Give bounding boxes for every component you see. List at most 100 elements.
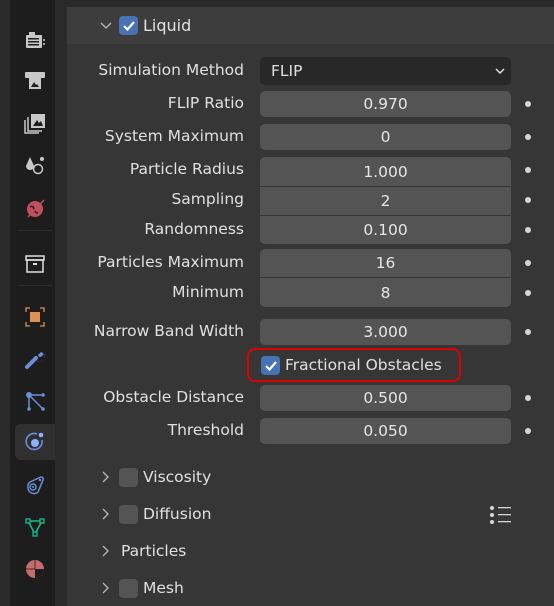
panel-title: Liquid: [143, 16, 192, 35]
flip-ratio-value: 0.970: [363, 95, 408, 113]
subpanel-particles[interactable]: Particles: [100, 538, 186, 564]
tab-physics[interactable]: [15, 424, 55, 460]
chevron-right-icon: [102, 545, 109, 557]
tab-material[interactable]: [15, 551, 55, 587]
chevron-right-icon: [102, 582, 109, 594]
render-properties-icon: [26, 32, 45, 48]
tab-data[interactable]: [15, 509, 55, 545]
chevron-down-icon[interactable]: [100, 20, 112, 32]
randomness-field[interactable]: 0.100: [260, 216, 511, 244]
sampling-value: 2: [380, 192, 391, 210]
view-layer-properties-icon: [24, 114, 45, 134]
obstacle-distance-field[interactable]: 0.500: [260, 385, 511, 411]
minimum-label: Minimum: [172, 283, 244, 301]
subpanel-viscosity[interactable]: Viscosity: [100, 464, 211, 490]
presets-list-icon[interactable]: [489, 505, 513, 525]
system-maximum-label: System Maximum: [104, 127, 244, 145]
fractional-obstacles-checkbox[interactable]: [261, 356, 280, 375]
obstacle-distance-value: 0.500: [363, 389, 408, 407]
simulation-method-label: Simulation Method: [98, 61, 244, 79]
liquid-enabled-checkbox[interactable]: [119, 16, 138, 35]
physics-properties-icon: [25, 432, 44, 451]
liquid-panel-header[interactable]: Liquid: [67, 7, 554, 44]
subpanel-label: Diffusion: [143, 505, 212, 523]
sampling-label: Sampling: [171, 190, 244, 208]
tab-scene[interactable]: [15, 147, 55, 183]
tab-separator: [18, 230, 52, 231]
threshold-field[interactable]: 0.050: [260, 418, 511, 444]
system-maximum-field[interactable]: 0: [260, 124, 511, 150]
sampling-field[interactable]: 2: [260, 187, 511, 215]
chevron-right-icon: [102, 471, 109, 483]
tab-constraints[interactable]: [15, 467, 55, 503]
keyframe-dot-icon[interactable]: [525, 227, 531, 233]
tab-world[interactable]: [15, 190, 55, 226]
particle-radius-field[interactable]: 1.000: [260, 157, 511, 186]
tab-modifiers[interactable]: [15, 341, 55, 377]
left-edge: [0, 0, 10, 606]
subpanel-label: Particles: [121, 542, 187, 560]
threshold-value: 0.050: [363, 422, 408, 440]
modifier-properties-icon: [25, 352, 45, 369]
tab-object[interactable]: [15, 299, 55, 335]
flip-ratio-label: FLIP Ratio: [167, 94, 244, 112]
system-maximum-value: 0: [380, 128, 391, 146]
subpanel-mesh[interactable]: Mesh: [100, 575, 184, 601]
particle-radius-label: Particle Radius: [129, 160, 244, 178]
properties-tab-bar: [10, 0, 55, 606]
subpanel-label: Viscosity: [143, 468, 212, 486]
scene-properties-icon: [26, 157, 44, 175]
tab-render[interactable]: [15, 22, 55, 58]
object-properties-icon: [25, 307, 45, 327]
narrow-band-width-label: Narrow Band Width: [93, 322, 244, 340]
keyframe-dot-icon[interactable]: [525, 329, 531, 335]
minimum-value: 8: [380, 283, 391, 302]
material-properties-icon: [26, 560, 44, 578]
particle-properties-icon: [26, 392, 45, 411]
keyframe-dot-icon[interactable]: [525, 290, 531, 296]
simulation-method-value: FLIP: [271, 62, 303, 80]
panel-top-strip: [67, 0, 554, 7]
keyframe-dot-icon[interactable]: [525, 260, 531, 266]
output-properties-icon: [25, 72, 45, 89]
particles-maximum-field[interactable]: 16: [260, 249, 511, 277]
particles-maximum-label: Particles Maximum: [97, 253, 244, 271]
keyframe-dot-icon[interactable]: [525, 395, 531, 401]
narrow-band-width-field[interactable]: 3.000: [260, 319, 511, 345]
keyframe-dot-icon[interactable]: [525, 101, 531, 107]
keyframe-dot-icon[interactable]: [525, 167, 531, 173]
tab-particles[interactable]: [15, 383, 55, 419]
tab-separator: [18, 285, 52, 286]
scrollbar-gutter: [55, 0, 67, 606]
particles-maximum-value: 16: [375, 254, 396, 272]
minimum-field[interactable]: 8: [260, 278, 511, 307]
chevron-right-icon: [102, 508, 109, 520]
diffusion-checkbox[interactable]: [119, 504, 138, 524]
keyframe-dot-icon[interactable]: [525, 134, 531, 140]
tab-collection[interactable]: [15, 246, 55, 282]
mesh-checkbox[interactable]: [119, 578, 138, 598]
threshold-label: Threshold: [167, 421, 244, 439]
dropdown-chevron-icon: [495, 68, 505, 75]
randomness-label: Randomness: [144, 220, 244, 238]
obstacle-distance-label: Obstacle Distance: [103, 388, 244, 406]
narrow-band-width-value: 3.000: [363, 323, 408, 341]
constraint-properties-icon: [27, 476, 45, 495]
subpanel-label: Mesh: [143, 579, 184, 597]
simulation-method-dropdown[interactable]: FLIP: [260, 57, 511, 85]
checkmark-icon: [264, 360, 277, 371]
viscosity-checkbox[interactable]: [119, 467, 138, 487]
checkmark-icon: [122, 20, 135, 31]
data-properties-icon: [25, 518, 45, 537]
tab-output[interactable]: [15, 62, 55, 98]
particle-radius-value: 1.000: [363, 162, 408, 181]
world-properties-icon: [27, 199, 45, 218]
randomness-value: 0.100: [363, 221, 408, 239]
subpanel-diffusion[interactable]: Diffusion: [100, 501, 211, 527]
tab-view-layer[interactable]: [15, 105, 55, 141]
keyframe-dot-icon[interactable]: [525, 197, 531, 203]
flip-ratio-field[interactable]: 0.970: [260, 91, 511, 117]
collection-properties-icon: [25, 255, 45, 273]
keyframe-dot-icon[interactable]: [525, 428, 531, 434]
fractional-obstacles-label[interactable]: Fractional Obstacles: [285, 356, 442, 374]
